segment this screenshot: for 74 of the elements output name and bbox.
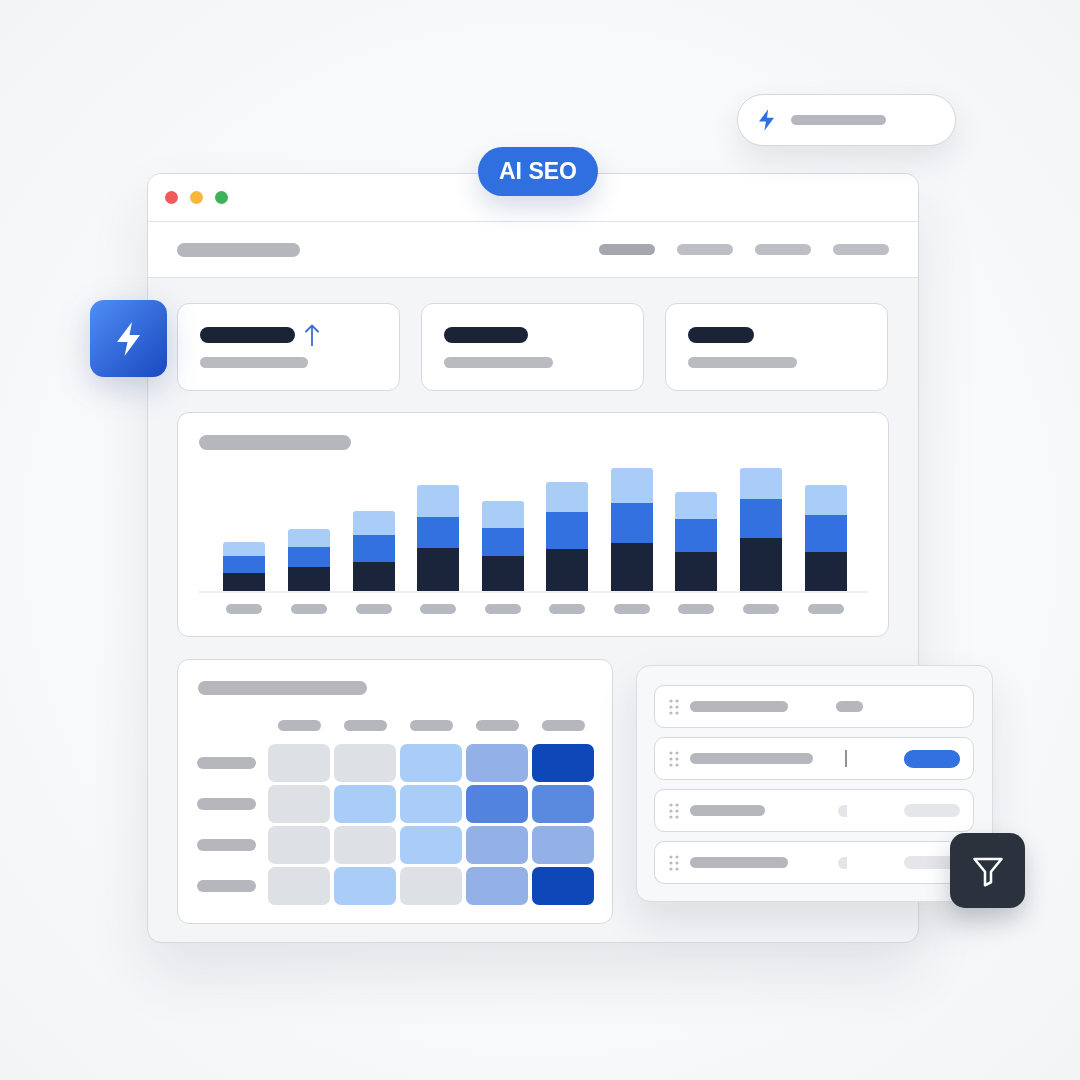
faded-placeholder: [838, 856, 847, 869]
value-placeholder: [688, 327, 754, 343]
axis-label-placeholder: [614, 604, 650, 614]
middle-segment: [740, 499, 782, 538]
bottom-segment: [740, 538, 782, 591]
nav-link-placeholder[interactable]: [833, 244, 889, 255]
nav-link-placeholder[interactable]: [755, 244, 811, 255]
top-segment: [417, 485, 459, 517]
axis-label-placeholder: [743, 604, 779, 614]
bottom-segment: [482, 556, 524, 591]
nav-link-placeholder[interactable]: [599, 244, 655, 255]
column-label-placeholder: [277, 720, 321, 731]
drag-handle-icon[interactable]: [669, 750, 679, 767]
top-segment: [740, 468, 782, 499]
bottom-segment: [805, 552, 847, 591]
top-segment: [805, 485, 847, 515]
column-label-placeholder: [409, 720, 453, 731]
faded-placeholder: [838, 804, 847, 817]
row-label-placeholder: [197, 839, 256, 851]
top-segment: [223, 542, 265, 556]
bottom-segment: [611, 543, 653, 591]
bottom-segment: [546, 549, 588, 591]
axis-label-placeholder: [549, 604, 585, 614]
top-segment: [482, 501, 524, 528]
list-row[interactable]: [654, 737, 974, 780]
axis-label-placeholder: [678, 604, 714, 614]
maximize-button[interactable]: [215, 191, 228, 204]
middle-segment: [482, 528, 524, 556]
column-label-placeholder: [541, 720, 585, 731]
axis-label-placeholder: [485, 604, 521, 614]
title-badge: AI SEO: [478, 147, 598, 196]
faded-pill-placeholder: [904, 804, 960, 817]
axis-label-placeholder: [420, 604, 456, 614]
bottom-segment: [417, 548, 459, 591]
arrow-up-icon: [305, 324, 319, 346]
action-pill[interactable]: [904, 749, 960, 768]
tag-placeholder: [836, 701, 863, 712]
axis-label-placeholder: [356, 604, 392, 614]
bottom-segment: [675, 552, 717, 591]
axis-label-placeholder: [808, 604, 844, 614]
middle-segment: [288, 547, 330, 567]
top-segment: [353, 511, 395, 535]
row-label-placeholder: [197, 798, 256, 810]
minimize-button[interactable]: [190, 191, 203, 204]
filter-button[interactable]: [950, 833, 1025, 908]
middle-segment: [417, 517, 459, 548]
bottom-segment: [223, 573, 265, 591]
text-cursor-icon: [845, 750, 847, 767]
faded-pill-placeholder: [904, 856, 950, 869]
drag-handle-icon[interactable]: [669, 698, 679, 715]
close-button[interactable]: [165, 191, 178, 204]
row-label-placeholder: [197, 757, 256, 769]
top-segment: [546, 482, 588, 512]
middle-segment: [805, 515, 847, 552]
nav-link-placeholder[interactable]: [677, 244, 733, 255]
top-segment: [611, 468, 653, 503]
drag-handle-icon[interactable]: [669, 854, 679, 871]
list-row[interactable]: [654, 685, 974, 728]
bottom-segment: [288, 567, 330, 591]
column-label-placeholder: [475, 720, 519, 731]
axis-label-placeholder: [226, 604, 262, 614]
axis-label-placeholder: [291, 604, 327, 614]
bottom-segment: [353, 562, 395, 591]
middle-segment: [611, 503, 653, 543]
top-segment: [288, 529, 330, 547]
middle-segment: [223, 556, 265, 573]
middle-segment: [353, 535, 395, 562]
row-label-placeholder: [197, 880, 256, 892]
column-label-placeholder: [343, 720, 387, 731]
top-segment: [675, 492, 717, 519]
lightning-icon: [759, 109, 774, 131]
drag-handle-icon[interactable]: [669, 802, 679, 819]
middle-segment: [675, 519, 717, 552]
middle-segment: [546, 512, 588, 549]
